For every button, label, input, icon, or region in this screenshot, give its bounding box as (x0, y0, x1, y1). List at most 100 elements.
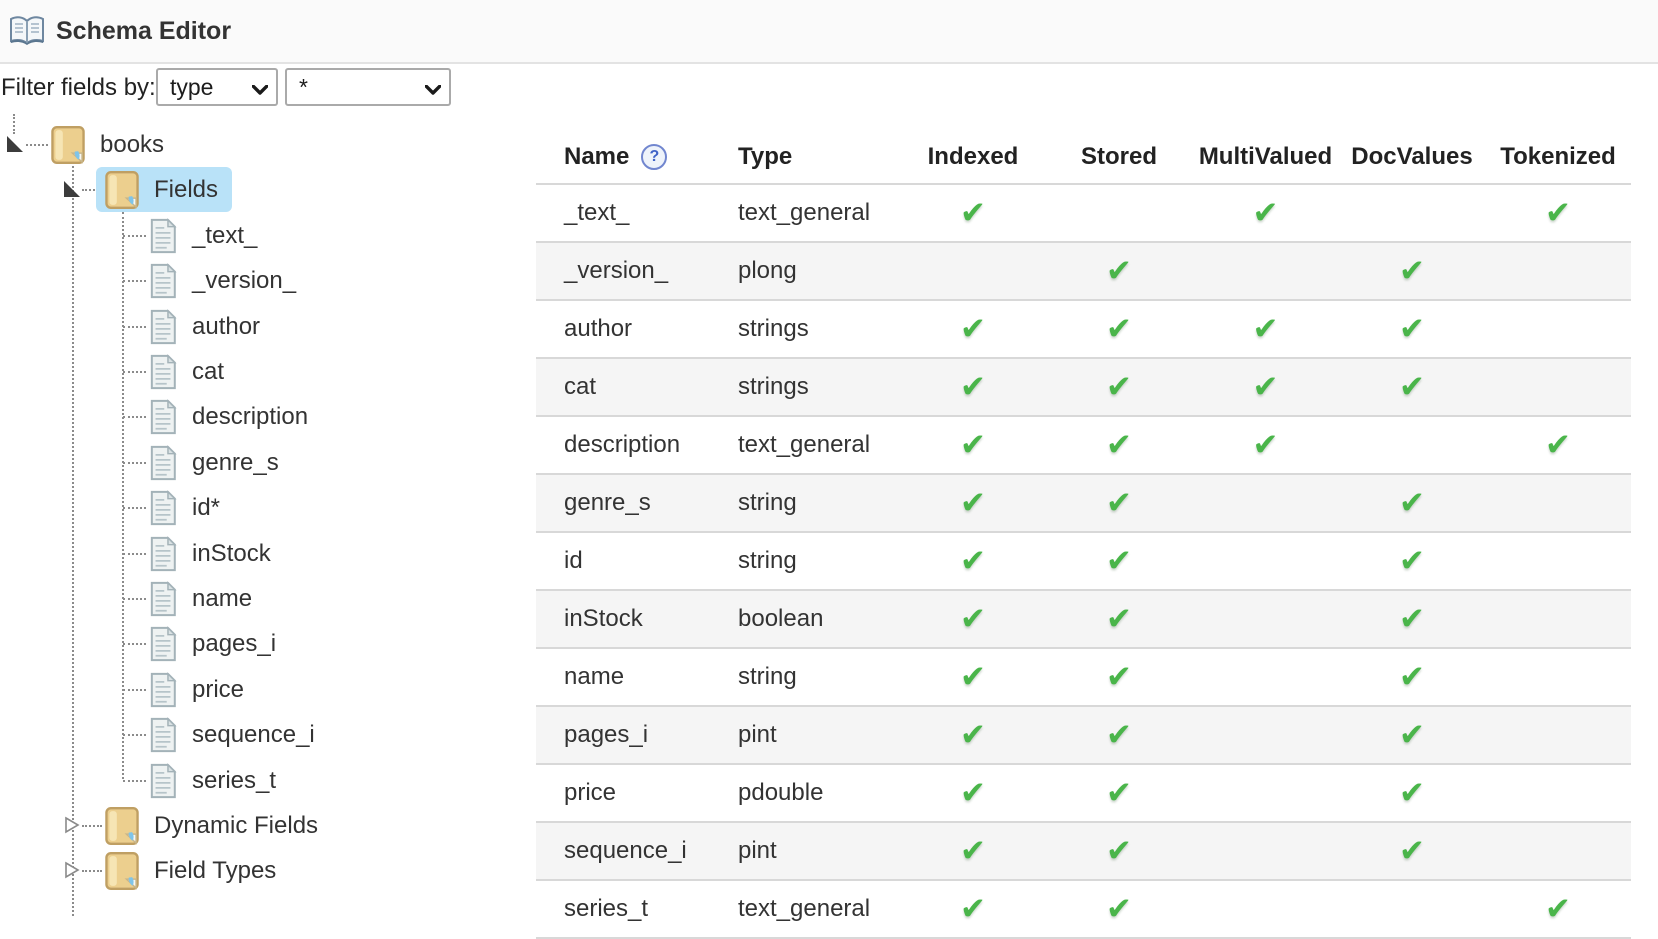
check-icon: ✔ (1106, 833, 1132, 868)
check-icon: ✔ (1106, 253, 1132, 288)
tree-item-instock[interactable]: inStock (0, 531, 520, 576)
table-row: namestring✔✔✔ (536, 647, 1631, 705)
help-icon[interactable]: ? (641, 144, 667, 170)
cell-stored: ✔ (1046, 371, 1192, 404)
check-icon: ✔ (960, 543, 986, 578)
cell-name: name (536, 663, 726, 691)
check-icon: ✔ (1399, 775, 1425, 810)
tree-item-sequence-i[interactable]: sequence_i (0, 712, 520, 757)
document-icon (148, 581, 178, 617)
cell-type: string (726, 663, 900, 691)
cell-multivalued: ✔ (1192, 429, 1339, 462)
table-row: sequence_ipint✔✔✔ (536, 821, 1631, 879)
folder-icon (104, 806, 140, 846)
cell-multivalued: ✔ (1192, 197, 1339, 230)
filter-field-select[interactable]: type (156, 68, 278, 106)
cell-multivalued: ✔ (1192, 371, 1339, 404)
tree-item-label: price (192, 676, 244, 704)
expand-toggle-icon[interactable] (63, 816, 81, 834)
cell-stored: ✔ (1046, 661, 1192, 694)
collapse-toggle-icon[interactable] (6, 135, 24, 153)
check-icon: ✔ (1106, 891, 1132, 926)
cell-stored: ✔ (1046, 487, 1192, 520)
check-icon: ✔ (1106, 717, 1132, 752)
cell-name: id (536, 547, 726, 575)
tree-item-genre-s[interactable]: genre_s (0, 440, 520, 485)
cell-indexed: ✔ (900, 545, 1046, 578)
tree-item-text[interactable]: _text_ (0, 213, 520, 258)
check-icon: ✔ (1399, 543, 1425, 578)
check-icon: ✔ (1106, 775, 1132, 810)
cell-multivalued: ✔ (1192, 313, 1339, 346)
check-icon: ✔ (1399, 601, 1425, 636)
check-icon: ✔ (1106, 601, 1132, 636)
column-header-docvalues: DocValues (1339, 143, 1485, 171)
table-header-row: Name ? Type Indexed Stored MultiValued D… (536, 131, 1631, 183)
cell-stored: ✔ (1046, 893, 1192, 926)
document-icon (148, 717, 178, 753)
tree-item-cat[interactable]: cat (0, 349, 520, 394)
cell-docvalues: ✔ (1339, 255, 1485, 288)
cell-name: _version_ (536, 257, 726, 285)
tree-item-books[interactable]: books (0, 122, 520, 167)
cell-indexed: ✔ (900, 893, 1046, 926)
check-icon: ✔ (1545, 427, 1571, 462)
schema-fields-table: Name ? Type Indexed Stored MultiValued D… (536, 131, 1631, 939)
cell-docvalues: ✔ (1339, 603, 1485, 636)
check-icon: ✔ (960, 601, 986, 636)
cell-stored: ✔ (1046, 429, 1192, 462)
check-icon: ✔ (1399, 369, 1425, 404)
tree-item-version[interactable]: _version_ (0, 258, 520, 303)
tree-item-fields[interactable]: Fields (0, 167, 520, 212)
check-icon: ✔ (1399, 717, 1425, 752)
cell-docvalues: ✔ (1339, 719, 1485, 752)
table-row: genre_sstring✔✔✔ (536, 473, 1631, 531)
column-header-multivalued: MultiValued (1192, 143, 1339, 171)
cell-indexed: ✔ (900, 487, 1046, 520)
tree-item-author[interactable]: author (0, 304, 520, 349)
document-icon (148, 763, 178, 799)
tree-item-label: Fields (154, 176, 218, 204)
expand-toggle-icon[interactable] (63, 861, 81, 879)
tree-item-id[interactable]: id* (0, 485, 520, 530)
cell-type: pint (726, 837, 900, 865)
tree-item-label: books (100, 131, 164, 159)
tree-item-name[interactable]: name (0, 576, 520, 621)
check-icon: ✔ (960, 659, 986, 694)
document-icon (148, 309, 178, 345)
cell-name: pages_i (536, 721, 726, 749)
tree-item-description[interactable]: description (0, 394, 520, 439)
cell-indexed: ✔ (900, 429, 1046, 462)
tree-item-price[interactable]: price (0, 667, 520, 712)
tree-item-field-types[interactable]: Field Types (0, 848, 520, 893)
column-header-tokenized: Tokenized (1485, 143, 1631, 171)
cell-type: plong (726, 257, 900, 285)
table-row: pricepdouble✔✔✔ (536, 763, 1631, 821)
collapse-toggle-icon[interactable] (63, 180, 81, 198)
check-icon: ✔ (960, 485, 986, 520)
cell-docvalues: ✔ (1339, 777, 1485, 810)
tree-item-dynamic-fields[interactable]: Dynamic Fields (0, 803, 520, 848)
cell-name: sequence_i (536, 837, 726, 865)
check-icon: ✔ (1106, 369, 1132, 404)
tree-item-pages-i[interactable]: pages_i (0, 621, 520, 666)
tree-item-label: sequence_i (192, 721, 315, 749)
cell-type: text_general (726, 895, 900, 923)
cell-indexed: ✔ (900, 371, 1046, 404)
cell-docvalues: ✔ (1339, 313, 1485, 346)
document-icon (148, 218, 178, 254)
check-icon: ✔ (1106, 543, 1132, 578)
tree-item-label: _text_ (192, 222, 257, 250)
table-row: inStockboolean✔✔✔ (536, 589, 1631, 647)
tree-item-label: pages_i (192, 630, 276, 658)
check-icon: ✔ (960, 195, 986, 230)
check-icon: ✔ (960, 717, 986, 752)
check-icon: ✔ (1253, 311, 1279, 346)
tree-item-series-t[interactable]: series_t (0, 758, 520, 803)
check-icon: ✔ (1253, 427, 1279, 462)
column-header-stored: Stored (1046, 143, 1192, 171)
cell-type: pint (726, 721, 900, 749)
tree-item-label: inStock (192, 540, 271, 568)
column-header-name: Name ? (536, 143, 726, 171)
filter-value-select[interactable]: * (285, 68, 451, 106)
